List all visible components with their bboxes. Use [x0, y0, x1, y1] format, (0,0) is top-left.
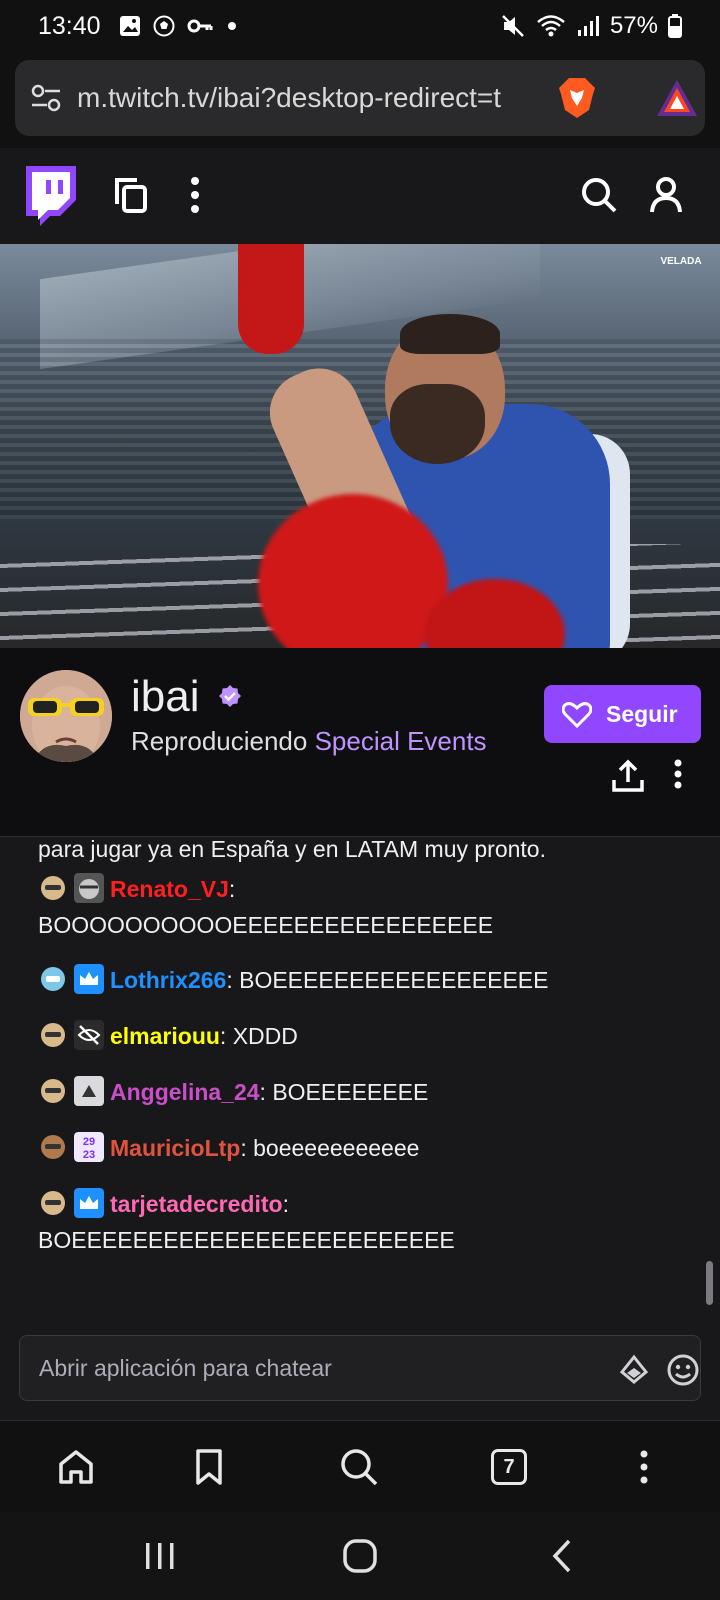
browser-bottom-bar: 7	[0, 1420, 720, 1512]
search-icon[interactable]	[576, 172, 622, 218]
follow-button[interactable]: Seguir	[544, 685, 701, 743]
2023-badge-icon: 2923	[74, 1132, 104, 1162]
channel-more-icon[interactable]	[668, 758, 688, 790]
helmet-badge-icon	[74, 873, 104, 903]
crown-badge-icon	[74, 1188, 104, 1218]
browse-icon[interactable]	[108, 172, 154, 218]
playing-prefix: Reproduciendo	[131, 726, 315, 756]
gallery-icon	[119, 16, 140, 36]
boxer-hair	[400, 314, 500, 354]
chat-scrollbar[interactable]	[706, 1261, 713, 1305]
browser-toolbar: m.twitch.tv/ibai?desktop-redirect=t	[0, 52, 720, 148]
status-system-icons: 57%	[500, 12, 682, 40]
key-icon	[187, 19, 213, 33]
chat-panel[interactable]: para jugar ya en España y en LATAM muy p…	[0, 837, 720, 1315]
brave-shields-icon[interactable]	[553, 74, 601, 122]
no-audio-badge-icon	[74, 1020, 104, 1050]
bald-emote-icon	[41, 876, 65, 900]
status-notification-icons	[119, 15, 239, 37]
verified-icon	[219, 685, 241, 707]
channel-info: ibai Reproduciendo Special Events Seguir	[0, 648, 720, 836]
chat-input-area: Abrir aplicación para chatear	[0, 1315, 720, 1420]
chat-username[interactable]: MauricioLtp	[110, 1135, 240, 1161]
bits-icon[interactable]	[618, 1354, 650, 1386]
twitch-header	[0, 148, 720, 244]
chat-message-text: BOEEEEEEEEEEEEEEEEEE	[239, 967, 549, 993]
tabs-count: 7	[491, 1449, 527, 1485]
tan-emote-icon	[41, 1135, 65, 1159]
avatar[interactable]	[20, 670, 112, 762]
chat-message: Anggelina_24: BOEEEEEEEE	[38, 1074, 698, 1110]
rewards-icon[interactable]	[655, 78, 699, 118]
home-icon[interactable]	[54, 1445, 98, 1489]
back-icon[interactable]	[540, 1534, 584, 1578]
chat-message-text: XDDD	[232, 1023, 298, 1049]
boxer-beard	[390, 384, 485, 464]
site-settings-icon[interactable]	[29, 81, 63, 115]
mute-icon	[502, 15, 524, 37]
svg-text:29: 29	[83, 1136, 95, 1148]
chat-username[interactable]: elmariouu	[110, 1023, 220, 1049]
bald-emote-icon	[41, 1023, 65, 1047]
chat-username[interactable]: Lothrix266	[110, 967, 226, 993]
follow-label: Seguir	[606, 700, 678, 727]
signal-icon	[577, 16, 599, 36]
browser-menu-icon[interactable]	[622, 1445, 666, 1489]
channel-name[interactable]: ibai	[131, 672, 200, 722]
chat-message: Lothrix266: BOEEEEEEEEEEEEEEEEEE	[38, 962, 698, 998]
wifi-icon	[537, 15, 565, 37]
home-button-icon[interactable]	[338, 1534, 382, 1578]
status-bar: 13:40 57%	[0, 0, 720, 52]
tabs-icon[interactable]: 7	[487, 1445, 531, 1489]
chat-input[interactable]: Abrir aplicación para chatear	[19, 1335, 701, 1401]
chat-username[interactable]: Anggelina_24	[110, 1079, 260, 1105]
boxing-glove	[238, 244, 304, 354]
triangle-badge-icon	[74, 1076, 104, 1106]
soccer-ball-icon	[153, 15, 175, 37]
chat-message-text: BOEEEEEEEE	[272, 1079, 429, 1105]
playing-line: Reproduciendo Special Events	[131, 726, 487, 757]
url-bar[interactable]: m.twitch.tv/ibai?desktop-redirect=t	[15, 60, 705, 136]
more-options-icon[interactable]	[172, 172, 218, 218]
search-icon[interactable]	[337, 1445, 381, 1489]
chat-message: tarjetadecredito: BOEEEEEEEEEEEEEEEEEEEE…	[38, 1186, 698, 1258]
share-icon[interactable]	[610, 758, 646, 794]
dot-icon	[227, 22, 236, 30]
robot-emote-icon	[41, 967, 65, 991]
status-time: 13:40	[38, 11, 101, 40]
chat-username[interactable]: tarjetadecredito	[110, 1191, 283, 1217]
emote-picker-icon[interactable]	[666, 1353, 700, 1387]
chat-message-text: boeeeeeeeeeee	[253, 1135, 420, 1161]
twitch-logo-icon[interactable]	[22, 166, 76, 226]
bald-emote-icon	[41, 1191, 65, 1215]
velada-logo: VELADA	[660, 256, 702, 267]
bookmarks-icon[interactable]	[187, 1445, 231, 1489]
chat-message-text: BOEEEEEEEEEEEEEEEEEEEEEEEEE	[38, 1227, 455, 1253]
chat-message: elmariouu: XDDD	[38, 1018, 698, 1054]
crown-badge-icon	[74, 964, 104, 994]
video-player[interactable]: VELADA	[0, 244, 720, 648]
url-text[interactable]: m.twitch.tv/ibai?desktop-redirect=t	[77, 82, 529, 114]
heart-icon	[562, 701, 592, 728]
game-link[interactable]: Special Events	[315, 726, 487, 756]
chat-message: 29 23 MauricioLtp: boeeeeeeeeeee	[38, 1130, 698, 1166]
bald-emote-icon	[41, 1079, 65, 1103]
chat-username[interactable]: Renato_VJ	[110, 876, 229, 902]
recents-icon[interactable]	[138, 1534, 182, 1578]
chat-message: para jugar ya en España y en LATAM muy p…	[38, 837, 698, 867]
chat-input-placeholder[interactable]: Abrir aplicación para chatear	[39, 1355, 332, 1382]
chat-message-text: para jugar ya en España y en LATAM muy p…	[38, 837, 546, 862]
battery-percent: 57%	[609, 12, 658, 39]
svg-text:23: 23	[83, 1149, 95, 1161]
chat-message: Renato_VJ: BOOOOOOOOOOEEEEEEEEEEEEEEEEE	[38, 871, 698, 943]
android-nav-bar	[0, 1512, 720, 1600]
user-icon[interactable]	[643, 172, 689, 218]
battery-icon	[668, 14, 682, 38]
chat-message-text: BOOOOOOOOOOEEEEEEEEEEEEEEEEE	[38, 912, 494, 938]
